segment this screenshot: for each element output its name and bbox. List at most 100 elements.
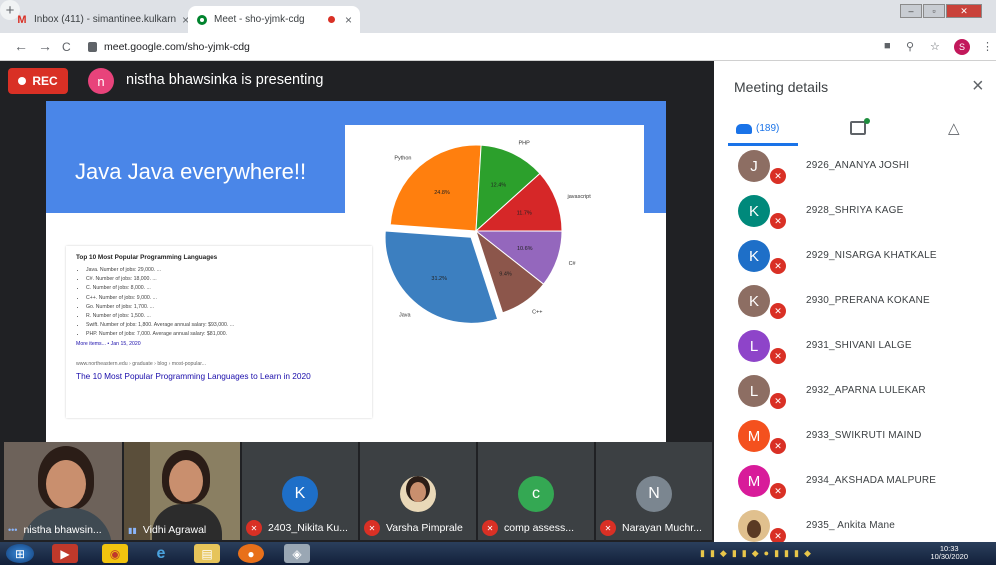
participant-avatar: K <box>282 476 318 512</box>
tab-meet[interactable]: Meet - sho-yjmk-cdg × <box>188 6 360 33</box>
mic-off-icon: ✕ <box>768 301 788 321</box>
participant-name: 2928_SHRIYA KAGE <box>806 205 904 216</box>
chat-icon[interactable] <box>850 118 870 135</box>
mic-off-icon: ✕ <box>768 481 788 501</box>
participant-tile[interactable]: ▮▮ Vidhi Agrawal <box>124 442 240 540</box>
window-close-button[interactable]: ✕ <box>946 4 982 18</box>
file-explorer-icon[interactable]: ▤ <box>194 544 220 563</box>
close-tab-icon[interactable]: × <box>176 13 188 27</box>
camera-icon[interactable]: ■ <box>884 40 891 52</box>
participant-photo <box>738 510 770 542</box>
participant-avatar: L <box>738 330 770 362</box>
pie-percent-label: 12.4% <box>491 183 507 189</box>
pie-percent-label: 11.7% <box>517 211 532 217</box>
participant-row[interactable]: K ✕ 2928_SHRIYA KAGE <box>714 191 996 236</box>
participant-tile[interactable]: N ✕ Narayan Muchr... <box>596 442 712 540</box>
close-tab-icon[interactable]: × <box>339 13 352 27</box>
meeting-details-panel: Meeting details × (189) △ J ✕ 2926_ANANY… <box>714 61 996 546</box>
maximize-button[interactable]: ▫ <box>923 4 945 18</box>
pie-category-label: C# <box>569 261 577 267</box>
list-item: R. Number of jobs: 1,500. ... <box>86 313 362 319</box>
participant-row[interactable]: M ✕ 2934_AKSHADA MALPURE <box>714 461 996 506</box>
participant-avatar: K <box>738 285 770 317</box>
participant-tile[interactable]: ••• nistha bhawsin... <box>4 442 122 540</box>
system-tray-icons[interactable]: ▮▮◆▮▮◆●▮▮▮◆ <box>700 548 816 559</box>
participant-tile[interactable]: K ✕ 2403_Nikita Ku... <box>242 442 358 540</box>
clock-date: 10/30/2020 <box>930 552 968 561</box>
pie-category-label: PHP <box>518 141 530 147</box>
participant-photo <box>400 476 436 512</box>
tile-label: ✕ Varsha Pimprale <box>364 520 472 536</box>
star-icon[interactable]: ☆ <box>930 40 940 53</box>
pie-chart-box: 31.2% Java 24.8% Python 12.4% PHP 11.7% javascr… <box>345 125 644 335</box>
snippet-link: The 10 Most Popular Programming Language… <box>76 371 311 382</box>
list-item: Go. Number of jobs: 1,700. ... <box>86 304 362 310</box>
tray-clock[interactable]: 10:33 10/30/2020 <box>930 545 968 561</box>
firefox-icon[interactable]: ● <box>238 544 264 563</box>
tab-title: Meet - sho-yjmk-cdg <box>214 14 305 25</box>
zoom-icon[interactable]: ⚲ <box>906 40 914 53</box>
chrome-icon[interactable]: ◉ <box>102 544 128 563</box>
app-icon[interactable]: ◈ <box>284 544 310 563</box>
mic-off-icon: ✕ <box>768 346 788 366</box>
ie-icon[interactable]: e <box>148 544 174 563</box>
gmail-icon: M <box>17 13 27 26</box>
snippet-list: Java. Number of jobs: 29,000. ... C#. Nu… <box>76 267 362 337</box>
reload-button[interactable]: C <box>62 40 71 54</box>
search-snippet: Top 10 Most Popular Programming Language… <box>66 246 372 418</box>
participant-row[interactable]: L ✕ 2931_SHIVANI LALGE <box>714 326 996 371</box>
participant-name: 2935_ Ankita Mane <box>806 520 896 531</box>
presenting-text: nistha bhawsinka is presenting <box>126 72 324 88</box>
participant-row[interactable]: K ✕ 2930_PRERANA KOKANE <box>714 281 996 326</box>
tile-label: ▮▮ Vidhi Agrawal <box>128 524 236 536</box>
mic-off-icon: ✕ <box>768 391 788 411</box>
mic-off-icon: ✕ <box>246 520 262 536</box>
media-player-icon[interactable]: ▶ <box>52 544 78 563</box>
person-face <box>169 460 203 502</box>
pie-percent-label: 31.2% <box>431 276 447 282</box>
pie-category-label: Java <box>399 312 412 318</box>
participant-avatar: L <box>738 375 770 407</box>
participant-row[interactable]: J ✕ 2926_ANANYA JOSHI <box>714 146 996 191</box>
mic-off-icon: ✕ <box>768 211 788 231</box>
tab-people[interactable]: (189) <box>736 123 779 134</box>
participant-name: 2934_AKSHADA MALPURE <box>806 475 937 486</box>
menu-icon[interactable]: ⋮ <box>982 40 993 53</box>
participant-row[interactable]: K ✕ 2929_NISARGA KHATKALE <box>714 236 996 281</box>
participant-name: 2403_Nikita Ku... <box>268 522 348 534</box>
snippet-more-link: More items... • Jan 15, 2020 <box>76 341 141 348</box>
participant-name: comp assess... <box>504 522 575 534</box>
mic-off-icon: ✕ <box>768 256 788 276</box>
participant-tile[interactable]: c ✕ comp assess... <box>478 442 594 540</box>
participant-avatar: K <box>738 195 770 227</box>
close-panel-button[interactable]: × <box>972 75 984 98</box>
start-button[interactable]: ⊞ <box>6 544 34 563</box>
minimize-button[interactable]: – <box>900 4 922 18</box>
participant-name: 2926_ANANYA JOSHI <box>806 160 910 171</box>
participant-name: Narayan Muchr... <box>622 522 702 534</box>
people-count: (189) <box>756 123 780 134</box>
pie-chart: 31.2% Java 24.8% Python 12.4% PHP 11.7% javascr… <box>384 141 592 324</box>
participant-name: Vidhi Agrawal <box>142 524 207 536</box>
pie-category-label: javascript <box>567 194 592 200</box>
tab-title: Inbox (411) - simantinee.kulkarn <box>34 14 177 25</box>
recording-badge: REC <box>8 68 68 94</box>
participant-row[interactable]: M ✕ 2933_SWIKRUTI MAIND <box>714 416 996 461</box>
tab-gmail[interactable]: M Inbox (411) - simantinee.kulkarn × <box>8 6 188 33</box>
url-field[interactable]: meet.google.com/sho-yjmk-cdg <box>88 38 868 56</box>
participant-tile[interactable]: ✕ Varsha Pimprale <box>360 442 476 540</box>
forward-button[interactable]: → <box>38 38 52 54</box>
activities-icon[interactable]: △ <box>948 119 960 137</box>
pie-category-label: Python <box>394 155 411 161</box>
list-item: Java. Number of jobs: 29,000. ... <box>86 267 362 273</box>
participant-row[interactable]: L ✕ 2932_APARNA LULEKAR <box>714 371 996 416</box>
window-controls: – ▫ ✕ <box>899 4 982 18</box>
back-button[interactable]: ← <box>14 38 28 54</box>
pie-percent-label: 24.8% <box>434 190 450 196</box>
mic-off-icon: ✕ <box>768 436 788 456</box>
profile-avatar[interactable]: S <box>954 39 970 55</box>
participant-name: nistha bhawsin... <box>23 524 102 536</box>
participant-avatar: N <box>636 476 672 512</box>
presenter-avatar: n <box>88 68 114 94</box>
person-face <box>46 460 86 508</box>
